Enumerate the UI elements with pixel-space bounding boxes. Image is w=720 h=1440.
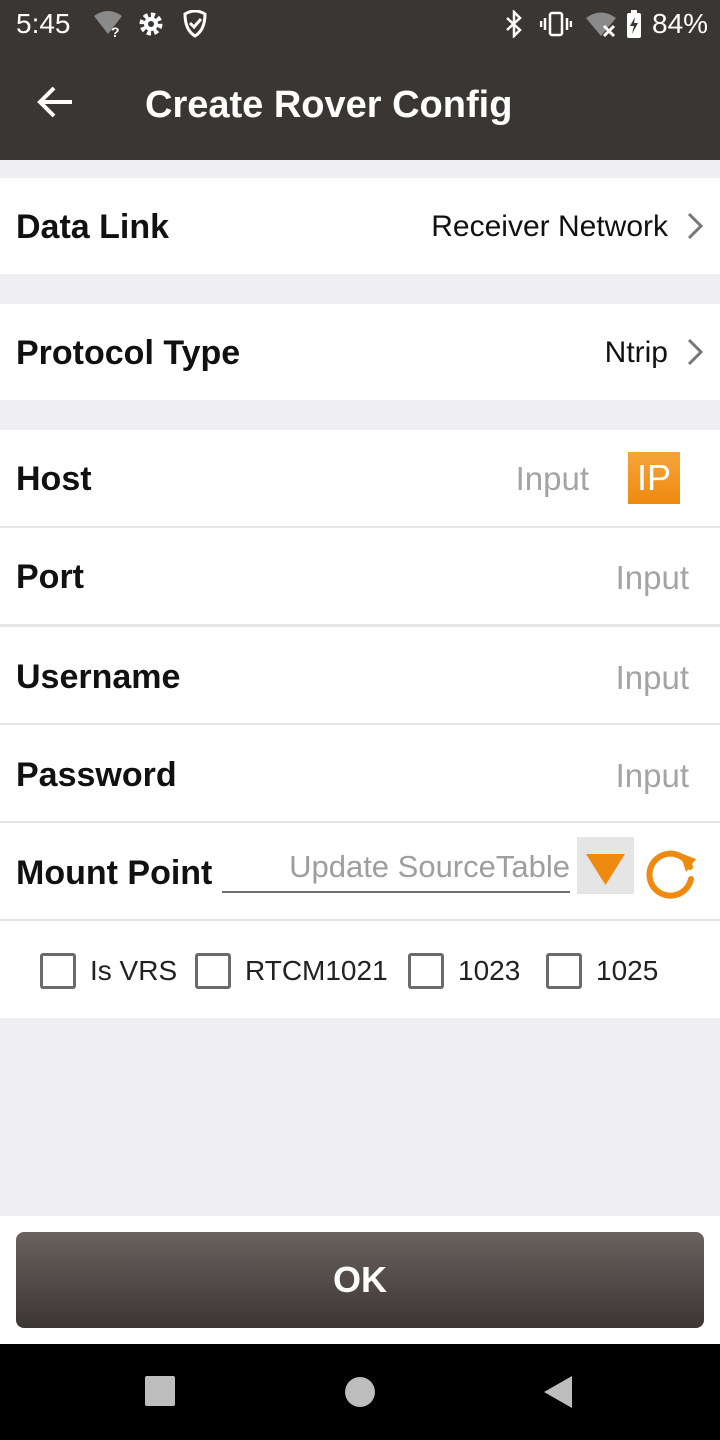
- ok-button[interactable]: OK: [16, 1232, 704, 1328]
- host-row: Host Input IP: [0, 430, 720, 526]
- recents-icon[interactable]: [145, 1376, 175, 1406]
- data-link-value: Receiver Network: [431, 210, 668, 243]
- host-input[interactable]: Input: [516, 460, 589, 498]
- chevron-right-icon: [687, 212, 704, 240]
- mount-point-row: Mount Point Update SourceTable: [0, 823, 720, 919]
- arrow-left-icon[interactable]: [36, 82, 76, 122]
- checkbox-box[interactable]: [195, 953, 231, 989]
- status-bar: 5:45 ? 84%: [0, 0, 720, 48]
- checkbox-box[interactable]: [546, 953, 582, 989]
- home-icon[interactable]: [344, 1376, 376, 1408]
- back-icon[interactable]: [542, 1376, 574, 1408]
- password-input[interactable]: Input: [616, 757, 689, 795]
- protocol-type-row[interactable]: Protocol Type Ntrip: [0, 304, 720, 400]
- battery-charging-icon: [627, 10, 641, 38]
- port-input[interactable]: Input: [616, 559, 689, 597]
- username-row: Username Input: [0, 627, 720, 723]
- svg-text:?: ?: [111, 24, 120, 38]
- checkbox-label: 1023: [458, 955, 521, 986]
- checkbox-label: Is VRS: [90, 955, 178, 986]
- data-link-label: Data Link: [16, 208, 170, 246]
- protocol-type-label: Protocol Type: [16, 334, 241, 372]
- mount-point-input[interactable]: Update SourceTable: [222, 841, 570, 893]
- checkbox-box[interactable]: [40, 953, 76, 989]
- page-title: Create Rover Config: [145, 84, 513, 126]
- password-label: Password: [16, 756, 177, 794]
- options-row: Is VRS RTCM1021 1023 1025: [0, 921, 720, 1018]
- vibrate-icon: [540, 11, 572, 37]
- chevron-right-icon: [687, 338, 704, 366]
- status-time: 5:45: [16, 8, 71, 39]
- username-input[interactable]: Input: [616, 659, 689, 697]
- battery-percentage: 84%: [652, 8, 709, 39]
- host-label: Host: [16, 460, 92, 498]
- username-label: Username: [16, 658, 181, 696]
- checkbox-label: RTCM1021: [245, 955, 388, 986]
- protocol-type-value: Ntrip: [604, 336, 668, 369]
- mount-point-label: Mount Point: [16, 854, 213, 892]
- bluetooth-icon: [506, 10, 522, 38]
- triangle-down-icon: [586, 854, 625, 885]
- shield-icon: [183, 10, 207, 38]
- app-bar: Create Rover Config: [0, 48, 720, 160]
- checkbox-label: 1025: [596, 955, 659, 986]
- mount-point-dropdown-button[interactable]: [577, 837, 634, 894]
- wifi-off-icon: [586, 12, 616, 38]
- checkbox-box[interactable]: [408, 953, 444, 989]
- system-nav-bar: [0, 1344, 720, 1440]
- wifi-question-icon: ?: [94, 11, 122, 38]
- data-link-row[interactable]: Data Link Receiver Network: [0, 178, 720, 274]
- port-row: Port Input: [0, 528, 720, 624]
- port-label: Port: [16, 558, 84, 596]
- gear-icon: [139, 12, 163, 36]
- refresh-icon[interactable]: [644, 845, 700, 901]
- ip-button[interactable]: IP: [628, 452, 680, 504]
- password-row: Password Input: [0, 725, 720, 821]
